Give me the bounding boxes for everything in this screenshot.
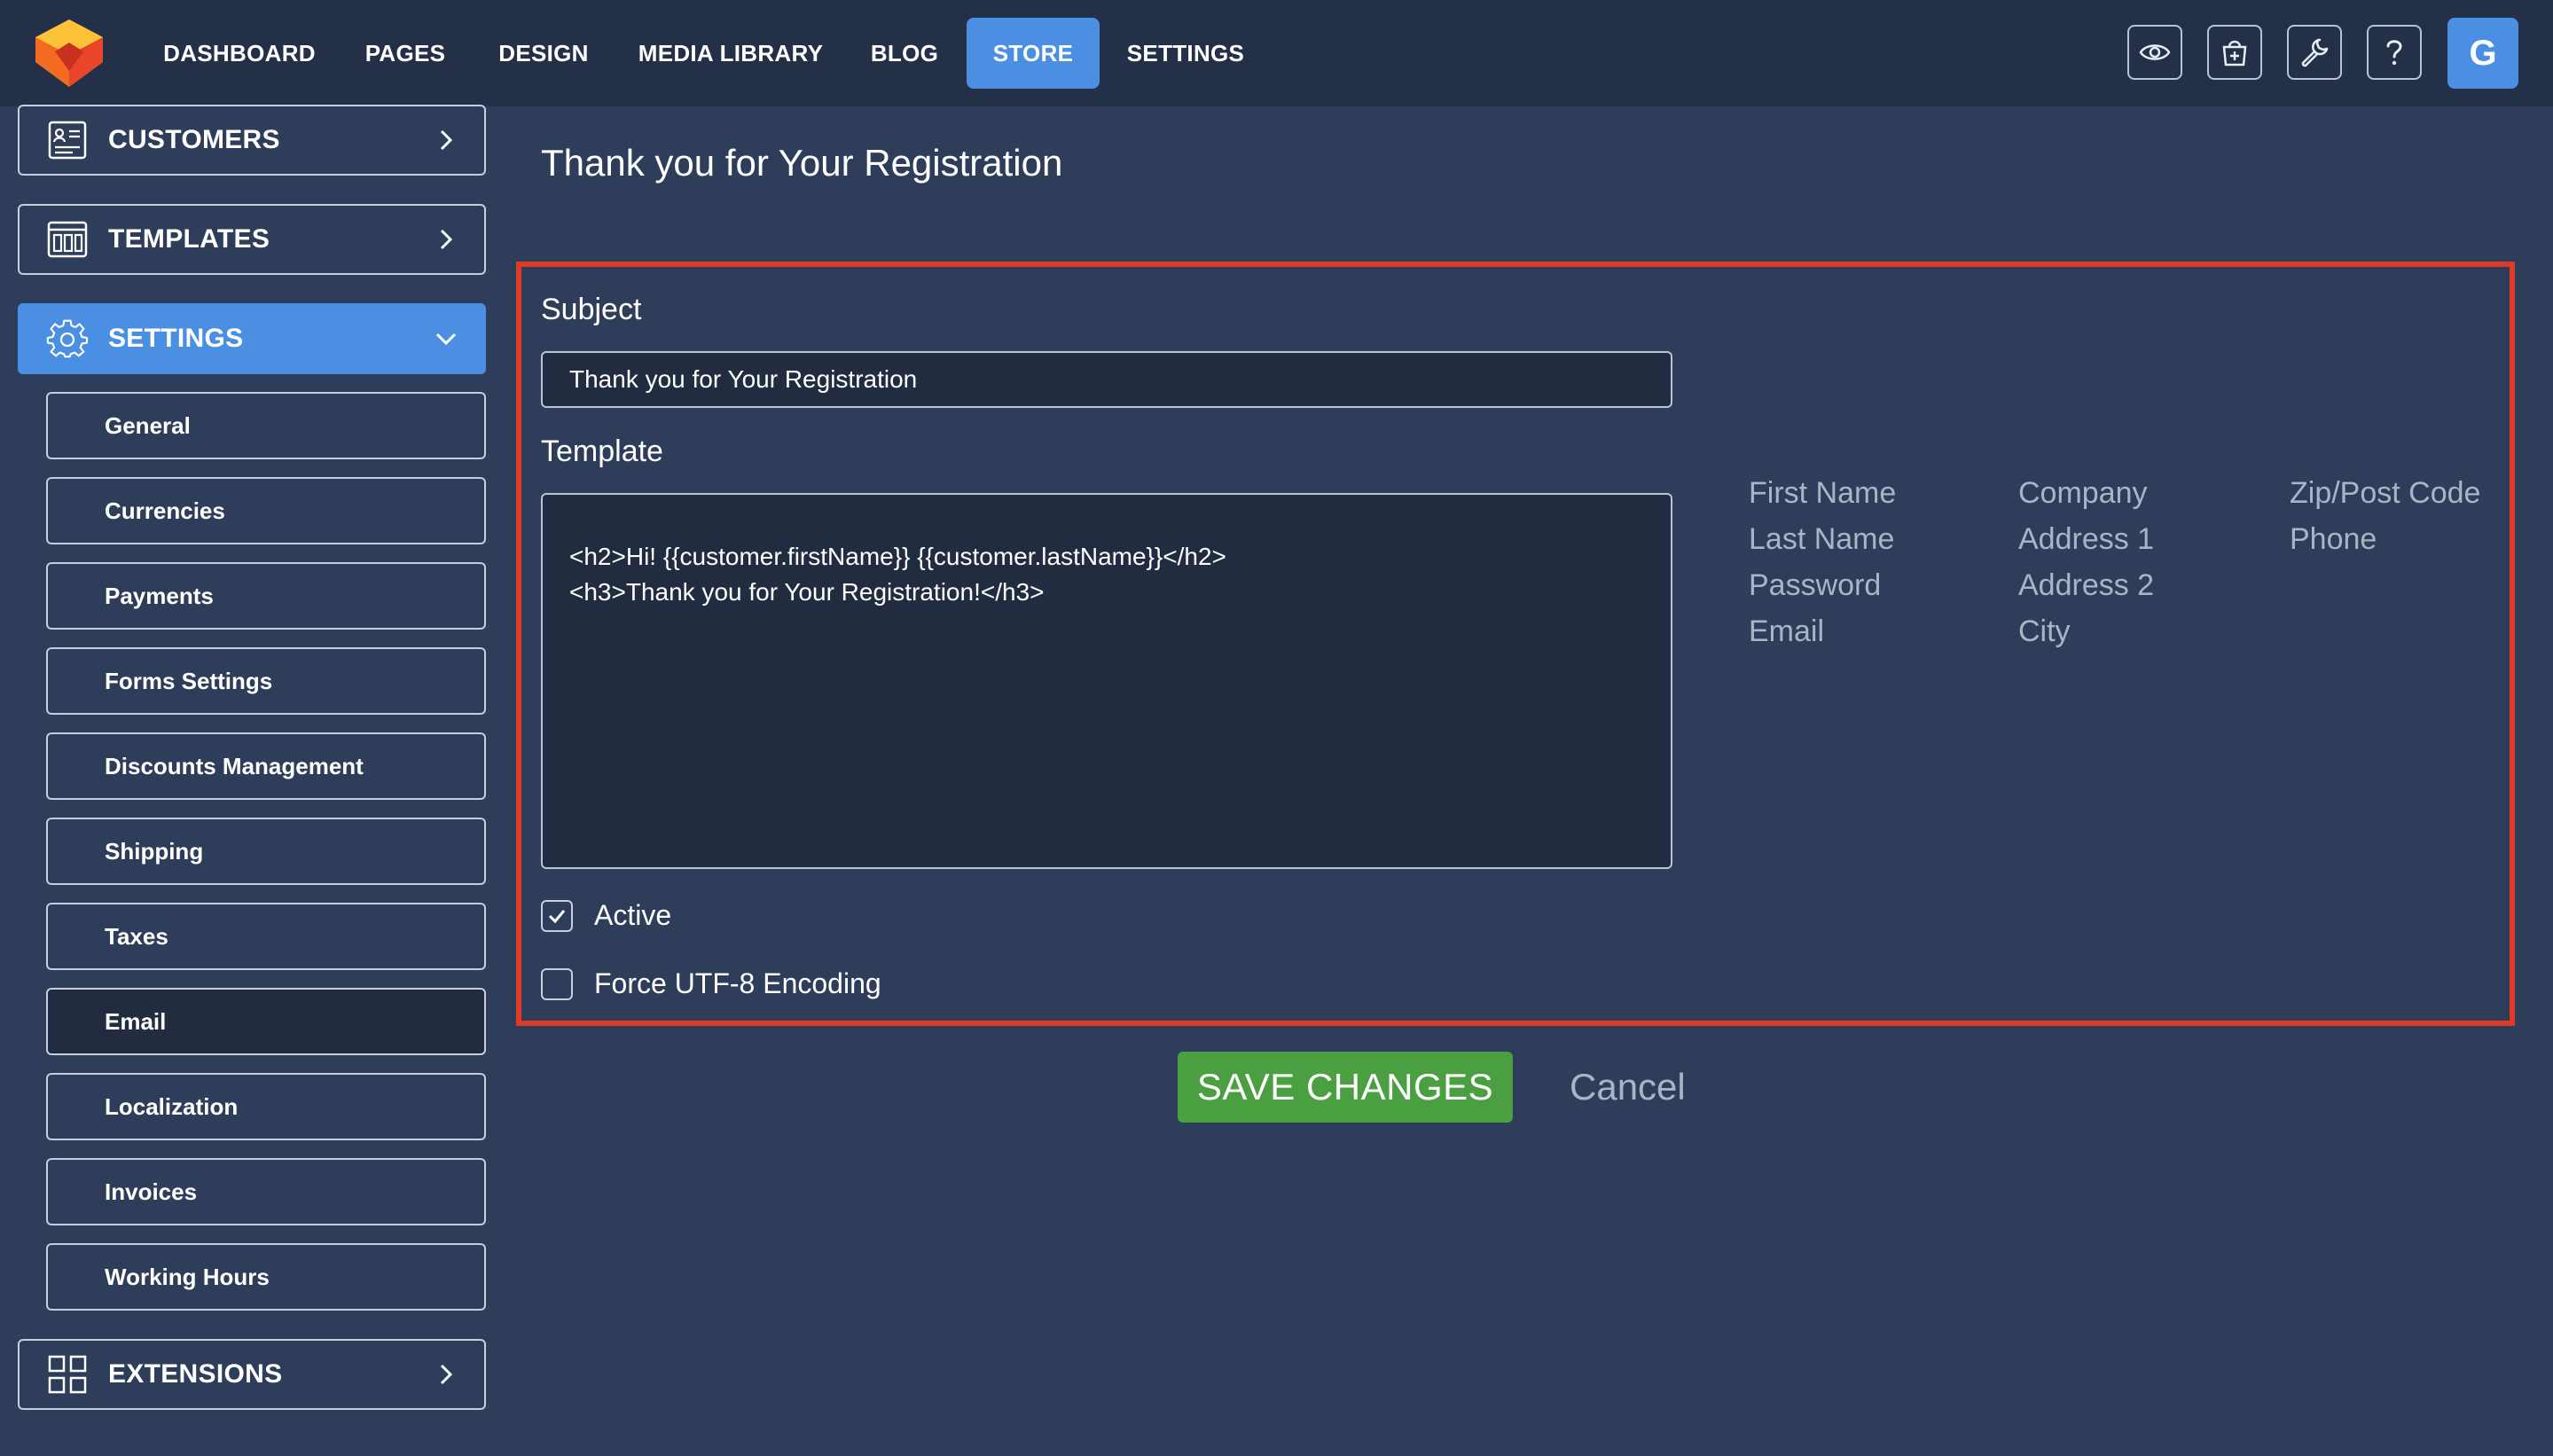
top-navigation-bar: DASHBOARD PAGES DESIGN MEDIA LIBRARY BLO… (0, 0, 2553, 106)
variable-zip-post-code[interactable]: Zip/Post Code (2290, 470, 2480, 516)
template-label: Template (541, 434, 663, 468)
sidebar-item-forms-settings[interactable]: Forms Settings (46, 647, 486, 715)
active-checkbox[interactable] (541, 899, 573, 932)
nav-store[interactable]: STORE (967, 18, 1100, 89)
template-textarea[interactable]: <h2>Hi! {{customer.firstName}} {{custome… (541, 493, 1672, 869)
variable-address-1[interactable]: Address 1 (2018, 516, 2154, 562)
sidebar-section-label: CUSTOMERS (108, 125, 280, 154)
nav-blog[interactable]: BLOG (860, 18, 949, 89)
sidebar-section-settings[interactable]: SETTINGS (18, 303, 486, 374)
nav-design[interactable]: DESIGN (489, 18, 598, 89)
variables-column-2: Company Address 1 Address 2 City (2018, 470, 2154, 654)
variable-first-name[interactable]: First Name (1749, 470, 1896, 516)
nav-pages[interactable]: PAGES (356, 18, 454, 89)
chevron-right-icon (440, 129, 453, 151)
sidebar-section-templates[interactable]: TEMPLATES (18, 204, 486, 275)
store-add-button[interactable] (2207, 25, 2262, 80)
sidebar-item-payments[interactable]: Payments (46, 562, 486, 630)
nav-media-library[interactable]: MEDIA LIBRARY (633, 18, 828, 89)
variable-address-2[interactable]: Address 2 (2018, 562, 2154, 608)
nav-settings[interactable]: SETTINGS (1119, 18, 1252, 89)
sidebar-item-general[interactable]: General (46, 392, 486, 459)
sidebar-item-email[interactable]: Email (46, 988, 486, 1055)
cancel-button[interactable]: Cancel (1570, 1061, 1686, 1114)
variable-company[interactable]: Company (2018, 470, 2154, 516)
extensions-grid-icon (48, 1355, 87, 1394)
active-checkbox-row: Active (541, 899, 671, 932)
store-add-icon (2222, 40, 2247, 67)
nav-dashboard[interactable]: DASHBOARD (161, 18, 317, 89)
variable-email[interactable]: Email (1749, 608, 1896, 654)
user-avatar[interactable]: G (2447, 18, 2518, 89)
sidebar-item-working-hours[interactable]: Working Hours (46, 1243, 486, 1311)
variables-column-3: Zip/Post Code Phone (2290, 470, 2480, 562)
preview-button[interactable] (2127, 25, 2182, 80)
chevron-down-icon (435, 333, 457, 346)
templates-icon (47, 221, 88, 258)
active-label: Active (594, 899, 672, 931)
sidebar-item-invoices[interactable]: Invoices (46, 1158, 486, 1225)
variable-city[interactable]: City (2018, 608, 2154, 654)
variable-phone[interactable]: Phone (2290, 516, 2480, 562)
variable-password[interactable]: Password (1749, 562, 1896, 608)
subject-label: Subject (541, 293, 642, 326)
sidebar-section-label: TEMPLATES (108, 224, 270, 254)
tools-button[interactable] (2287, 25, 2342, 80)
force-utf8-checkbox[interactable] (541, 967, 573, 1000)
sidebar-section-label: SETTINGS (108, 324, 244, 353)
sidebar-item-currencies[interactable]: Currencies (46, 477, 486, 544)
variable-last-name[interactable]: Last Name (1749, 516, 1896, 562)
checkmark-icon (548, 909, 566, 923)
logo-icon[interactable] (32, 16, 106, 90)
utf8-checkbox-row: Force UTF-8 Encoding (541, 967, 881, 1000)
variables-column-1: First Name Last Name Password Email (1749, 470, 1896, 654)
help-button[interactable] (2367, 25, 2422, 80)
sidebar-item-taxes[interactable]: Taxes (46, 903, 486, 970)
sidebar-section-label: EXTENSIONS (108, 1359, 283, 1389)
save-changes-button[interactable]: SAVE CHANGES (1178, 1052, 1513, 1123)
force-utf8-label: Force UTF-8 Encoding (594, 967, 881, 999)
customers-icon (48, 121, 87, 160)
chevron-right-icon (440, 1364, 453, 1385)
sidebar-section-extensions[interactable]: EXTENSIONS (18, 1339, 486, 1410)
gear-icon (46, 319, 89, 358)
sidebar-item-discounts-management[interactable]: Discounts Management (46, 732, 486, 800)
sidebar-section-customers[interactable]: CUSTOMERS (18, 105, 486, 176)
chevron-right-icon (440, 229, 453, 250)
sidebar-item-shipping[interactable]: Shipping (46, 818, 486, 885)
page-title: Thank you for Your Registration (541, 142, 1063, 184)
subject-input[interactable]: Thank you for Your Registration (541, 351, 1672, 408)
wrench-icon (2301, 38, 2329, 67)
sidebar-item-localization[interactable]: Localization (46, 1073, 486, 1140)
help-icon (2386, 40, 2402, 66)
eye-icon (2139, 44, 2171, 60)
